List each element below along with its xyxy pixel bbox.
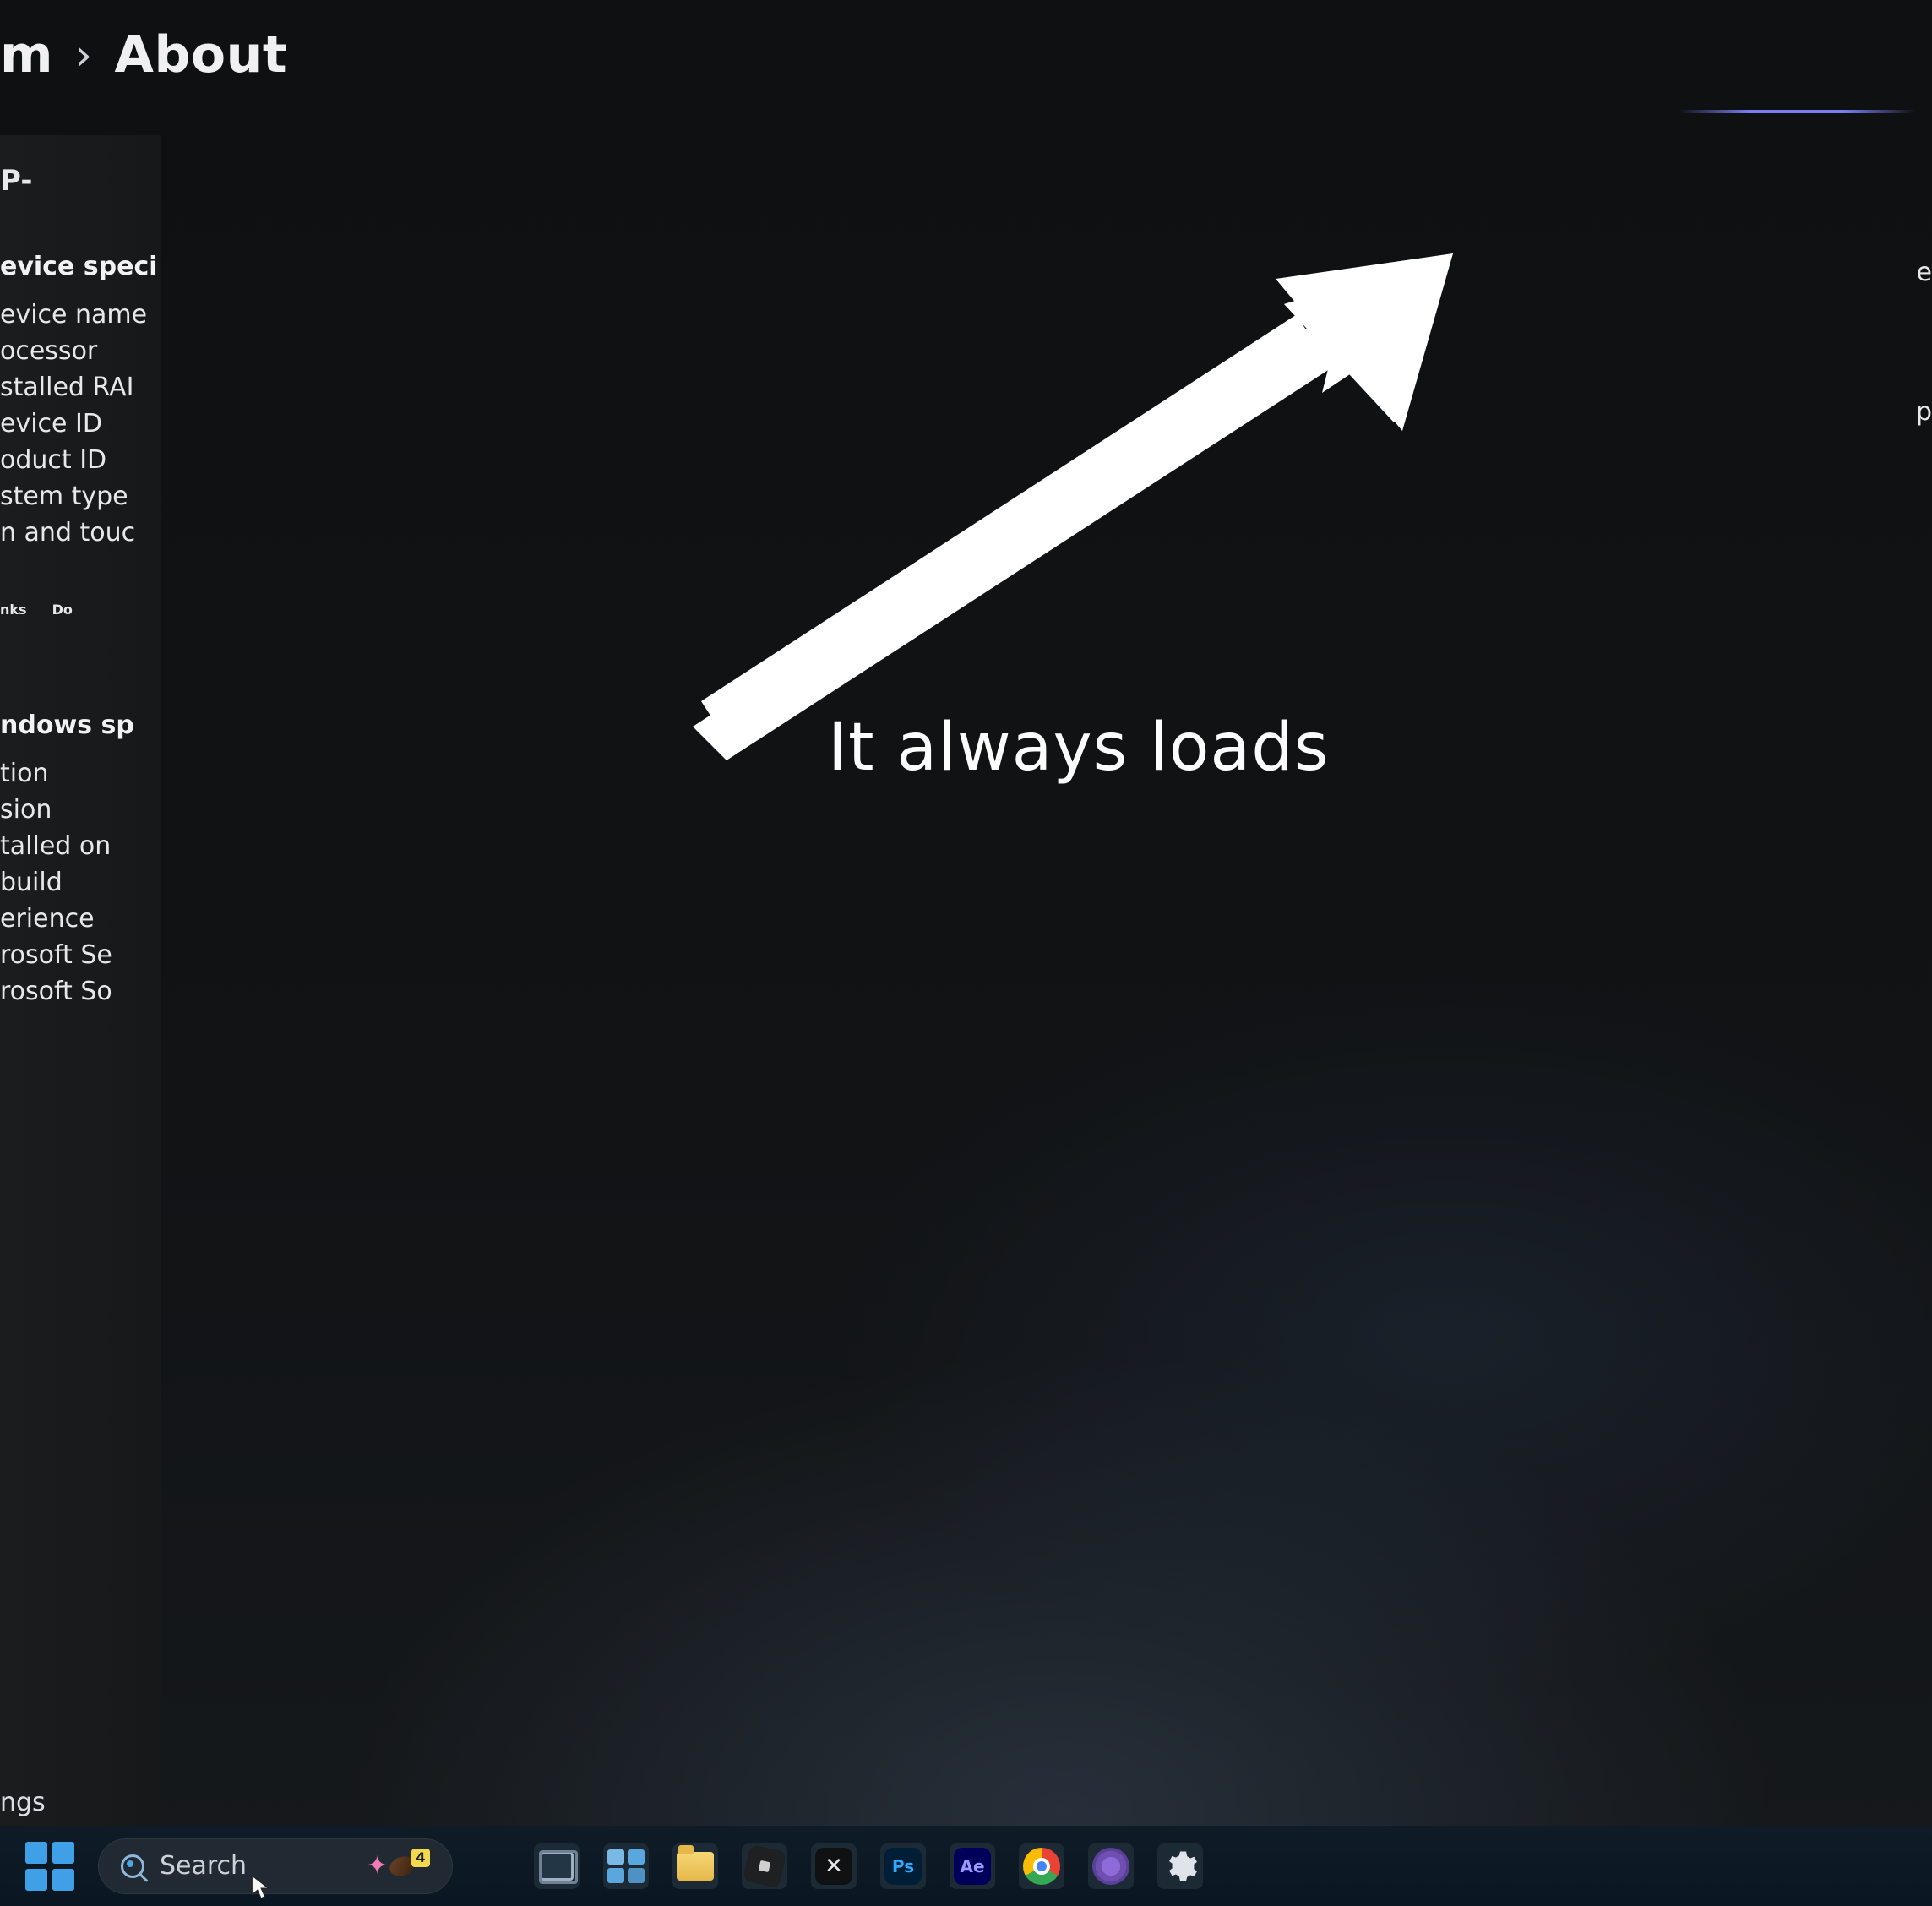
label-device-id: evice ID — [0, 406, 161, 442]
label-device-name: evice name — [0, 297, 161, 333]
mouse-pointer-icon — [251, 1875, 269, 1900]
windows-specifications-heading: ndows sp — [0, 618, 161, 755]
loading-progress-bar — [1679, 110, 1915, 113]
photoshop-button[interactable]: Ps — [880, 1843, 926, 1889]
related-links-label: nks — [0, 602, 27, 618]
settings-about-panel-cropped: P- evice speci evice name ocessor stalle… — [0, 135, 161, 1830]
device-specifications-heading: evice speci — [0, 201, 161, 297]
chrome-button[interactable] — [1019, 1843, 1064, 1889]
desktop-surface — [0, 0, 1932, 1906]
label-ms-services-1: rosoft Se — [0, 937, 161, 973]
annotation-text: It always loads — [828, 710, 1329, 786]
file-explorer-button[interactable] — [672, 1843, 718, 1889]
label-product-id: oduct ID — [0, 442, 161, 478]
task-view-button[interactable] — [534, 1843, 580, 1889]
roblox-icon — [743, 1843, 786, 1887]
label-edition: tion — [0, 755, 161, 792]
widgets-button[interactable] — [603, 1843, 649, 1889]
chrome-icon — [1023, 1848, 1060, 1885]
start-button[interactable] — [25, 1842, 74, 1891]
tor-browser-icon — [1092, 1848, 1129, 1885]
roblox-button[interactable] — [742, 1843, 787, 1889]
label-installed-on: talled on — [0, 828, 161, 864]
search-placeholder: Search — [160, 1851, 247, 1881]
label-os-build: build — [0, 864, 161, 901]
label-ms-services-2: rosoft So — [0, 973, 161, 1010]
after-effects-button[interactable]: Ae — [950, 1843, 995, 1889]
cropped-text-footer: ngs — [0, 1788, 46, 1817]
settings-button[interactable] — [1157, 1843, 1203, 1889]
capcut-button[interactable]: ✕ — [811, 1843, 857, 1889]
cropped-text-right-2: p — [1916, 397, 1932, 427]
link-domain[interactable]: Do — [52, 602, 73, 618]
start-icon — [25, 1842, 47, 1864]
after-effects-icon: Ae — [954, 1848, 991, 1885]
search-highlight: ✦ 4 — [367, 1851, 430, 1881]
photoshop-icon: Ps — [884, 1848, 922, 1885]
chevron-right-icon: › — [75, 30, 93, 79]
breadcrumb: m › About — [0, 25, 287, 84]
related-links-row: nks Do — [0, 602, 161, 618]
tor-browser-button[interactable] — [1088, 1843, 1134, 1889]
folder-icon — [677, 1852, 714, 1881]
label-experience: erience — [0, 901, 161, 937]
label-version: sion — [0, 792, 161, 828]
gear-icon — [1162, 1849, 1198, 1884]
sparkle-icon: ✦ — [367, 1851, 388, 1881]
notification-badge: 4 — [411, 1849, 430, 1867]
taskbar: Search ✦ 4 ✕ Ps Ae — [0, 1826, 1932, 1906]
widgets-icon — [607, 1849, 645, 1883]
label-system-type: stem type — [0, 478, 161, 515]
device-name-value: P- — [0, 161, 161, 201]
breadcrumb-current: About — [115, 25, 288, 84]
search-icon — [121, 1854, 144, 1878]
capcut-icon: ✕ — [815, 1848, 852, 1885]
label-pen-and-touch: n and touc — [0, 515, 161, 551]
cropped-text-right-1: e — [1917, 258, 1932, 287]
taskbar-search[interactable]: Search ✦ 4 — [98, 1838, 453, 1894]
label-processor: ocessor — [0, 333, 161, 369]
label-installed-ram: stalled RAI — [0, 369, 161, 406]
task-view-icon — [540, 1852, 574, 1881]
breadcrumb-parent[interactable]: m — [0, 25, 53, 84]
